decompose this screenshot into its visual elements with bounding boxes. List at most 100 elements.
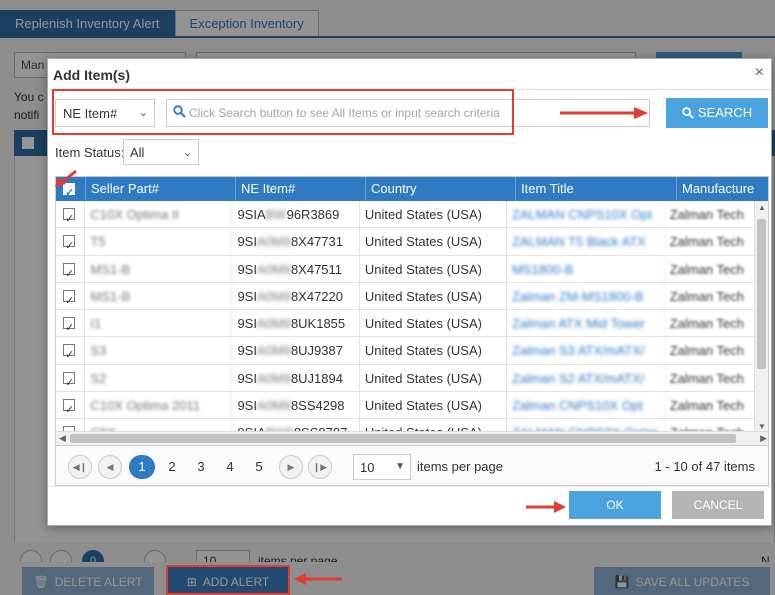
manufacturer-cell: Zalman Tech xyxy=(665,392,756,420)
country-cell: United States (USA) xyxy=(360,337,507,365)
row-checkbox[interactable]: ✓ xyxy=(63,262,75,280)
cancel-button[interactable]: CANCEL xyxy=(672,491,764,519)
item-title-link[interactable]: ZALMAN CNPS10X Opt xyxy=(507,201,665,228)
scroll-down-icon[interactable]: ▼ xyxy=(758,422,766,431)
ne-item-suffix: 8UJ1894 xyxy=(290,370,343,386)
table-row[interactable]: ✓ S3 9SIA0M98UJ9387 United States (USA) Zalm… xyxy=(56,337,756,365)
ne-item-suffix: 8SS4298 xyxy=(290,398,345,414)
item-title-link[interactable]: Zalman S3 ATX/mATX/ xyxy=(507,337,665,365)
column-header-manufacturer[interactable]: Manufacture xyxy=(677,177,768,201)
seller-part-cell: T5 xyxy=(85,228,233,256)
horizontal-scroll-thumb[interactable] xyxy=(70,434,736,443)
scroll-left-icon[interactable]: ◀ xyxy=(59,433,66,444)
checkmark-icon: ✓ xyxy=(65,240,75,253)
item-title-link[interactable]: Zalman ATX Mid Tower xyxy=(507,310,665,338)
scroll-right-icon[interactable]: ▶ xyxy=(760,433,767,444)
row-checkbox[interactable]: ✓ xyxy=(63,371,75,389)
item-status-label: Item Status: xyxy=(55,145,125,160)
column-header-seller-part[interactable]: Seller Part# xyxy=(86,177,236,201)
column-header-country[interactable]: Country xyxy=(366,177,516,201)
left-arrow-icon xyxy=(294,573,342,585)
horizontal-scrollbar[interactable]: ◀ ▶ xyxy=(56,431,768,445)
vertical-scrollbar[interactable]: ▲ ▼ xyxy=(754,201,768,433)
ne-item-cell: 9SIABW96R3869 xyxy=(232,201,360,228)
item-title-link[interactable]: ZALMAN T5 Black ATX xyxy=(507,228,665,256)
ok-button[interactable]: OK xyxy=(569,491,661,519)
table-row[interactable]: ✓ T5 9SIA0M98X47731 United States (USA) ZALM… xyxy=(56,228,756,256)
row-checkbox[interactable]: ✓ xyxy=(63,344,75,361)
row-checkbox[interactable]: ✓ xyxy=(63,208,75,225)
dialog-footer-divider xyxy=(48,486,771,487)
row-checkbox-cell: ✓ xyxy=(56,255,86,283)
search-criteria-highlight xyxy=(52,89,514,135)
page-3-button[interactable]: 3 xyxy=(188,455,214,479)
row-checkbox[interactable]: ✓ xyxy=(63,235,75,252)
add-alert-highlight xyxy=(166,565,290,595)
next-page-icon[interactable]: ▶ xyxy=(279,455,303,479)
country-cell: United States (USA) xyxy=(360,201,507,228)
column-header-ne-item[interactable]: NE Item# xyxy=(236,177,366,201)
row-checkbox-cell: ✓ xyxy=(56,310,86,338)
ne-item-redacted: A0M9 xyxy=(256,234,291,250)
items-per-page-label: items per page xyxy=(417,459,503,474)
down-left-arrow-icon xyxy=(55,169,77,187)
page-2-button[interactable]: 2 xyxy=(159,455,185,479)
manufacturer-cell: Zalman Tech xyxy=(665,310,756,338)
item-status-select[interactable]: All ⌄ xyxy=(123,139,199,165)
row-checkbox[interactable]: ✓ xyxy=(63,289,75,307)
item-title-link[interactable]: Zalman S2 ATX/mATX/ xyxy=(507,364,665,392)
ne-item-cell: 9SIA0M98X47220 xyxy=(232,282,360,310)
page-1-button[interactable]: 1 xyxy=(129,455,155,479)
search-icon xyxy=(682,107,694,119)
manufacturer-cell: Zalman Tech xyxy=(665,282,756,310)
manufacturer-cell: Zalman Tech xyxy=(665,337,756,365)
items-per-page-value: 10 xyxy=(360,460,375,475)
item-title-link[interactable]: Zalman CNPS10X Opt xyxy=(507,392,665,420)
grid-body: ✓ C10X Optima II 9SIABW96R3869 United State… xyxy=(56,201,756,433)
ne-item-redacted: BW xyxy=(265,207,287,222)
item-title-link[interactable]: Zalman ZM-MS1800-B xyxy=(507,282,665,310)
checkmark-icon: ✓ xyxy=(65,404,75,417)
table-row[interactable]: ✓ I1 9SIA0M98UK1855 United States (USA) Zalm… xyxy=(56,310,756,338)
table-row[interactable]: ✓ S2 9SIA0M98UJ1894 United States (USA) Zalm… xyxy=(56,364,756,393)
table-row[interactable]: ✓ C10X Optima 2011 9SIA0M98SS4298 United St… xyxy=(56,392,756,420)
ne-item-redacted: A0M9 xyxy=(256,316,291,332)
vertical-scroll-thumb[interactable] xyxy=(757,219,766,369)
manufacturer-cell: Zalman Tech xyxy=(665,201,756,228)
item-title-link[interactable]: MS1800-B xyxy=(507,255,665,283)
table-row[interactable]: ✓ C10X Optima II 9SIABW96R3869 United State… xyxy=(56,201,756,229)
table-row[interactable]: ✓ MS1-B 9SIA0M98X47220 United States (USA) Z… xyxy=(56,282,756,311)
ne-item-redacted: A0M9 xyxy=(256,398,291,414)
row-checkbox-cell: ✓ xyxy=(56,364,86,392)
manufacturer-text: Zalman Tech xyxy=(669,316,744,332)
table-row[interactable]: ✓ MS1-B 9SIA0M98X47511 United States (USA) M… xyxy=(56,255,756,283)
previous-page-icon[interactable]: ◀ xyxy=(98,455,122,479)
close-icon[interactable]: × xyxy=(755,64,764,82)
ne-item-cell: 9SIA0M98UK1855 xyxy=(232,310,360,338)
page-4-button[interactable]: 4 xyxy=(217,455,243,479)
row-checkbox[interactable]: ✓ xyxy=(63,317,75,334)
page-5-button[interactable]: 5 xyxy=(246,455,272,479)
scroll-up-icon[interactable]: ▲ xyxy=(758,203,766,212)
checkmark-icon: ✓ xyxy=(65,294,75,307)
ne-item-suffix: 8UK1855 xyxy=(290,316,346,332)
manufacturer-text: Zalman Tech xyxy=(669,261,744,277)
row-checkbox-cell: ✓ xyxy=(56,201,86,228)
right-arrow-icon xyxy=(560,107,648,119)
ne-item-redacted: A0M9 xyxy=(256,370,291,386)
first-page-icon[interactable]: ◀❙ xyxy=(68,455,92,479)
column-header-item-title[interactable]: Item Title xyxy=(516,177,677,201)
ne-item-redacted: A0M9 xyxy=(256,288,291,304)
search-button[interactable]: SEARCH xyxy=(666,98,768,128)
row-checkbox[interactable]: ✓ xyxy=(63,399,75,416)
items-per-page-select[interactable]: 10 ▼ xyxy=(353,454,411,480)
manufacturer-text: Zalman Tech xyxy=(669,370,744,386)
caret-down-icon: ▼ xyxy=(395,461,405,472)
country-cell: United States (USA) xyxy=(360,310,507,338)
chevron-down-icon: ⌄ xyxy=(182,147,192,159)
ne-item-prefix: 9SI xyxy=(237,370,257,386)
pager-info: 1 - 10 of 47 items xyxy=(654,459,755,474)
ne-item-prefix: 9SI xyxy=(237,234,257,250)
last-page-icon[interactable]: ❙▶ xyxy=(308,455,332,479)
ne-item-prefix: 9SI xyxy=(237,343,257,359)
